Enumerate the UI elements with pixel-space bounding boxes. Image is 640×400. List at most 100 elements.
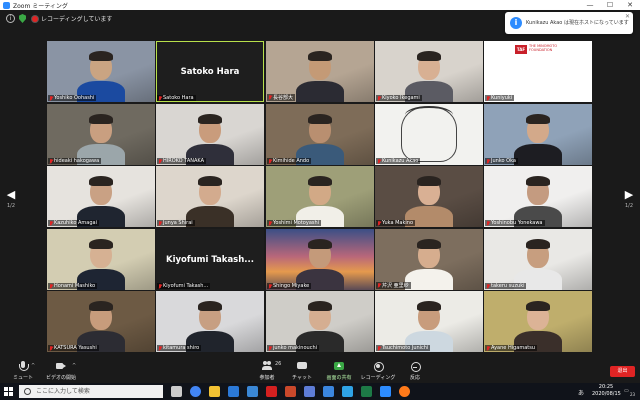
participant-tile[interactable]: 長谷部大: [266, 41, 374, 102]
participant-tile[interactable]: HIROKO TANAKA: [156, 104, 264, 165]
participant-name: takeru suzuki: [491, 283, 525, 289]
participant-tile[interactable]: Honami Mashiko: [47, 229, 155, 290]
participant-name: 長谷部大: [273, 95, 294, 101]
taskbar-clock[interactable]: 20:25 2020/08/15: [592, 384, 621, 398]
participant-name-label: Shingo Miyake: [267, 283, 312, 289]
participant-hair: [308, 114, 332, 124]
participant-tile[interactable]: Satoko Hara Satoko Hara: [156, 41, 264, 102]
powerpoint-icon[interactable]: [285, 386, 296, 397]
photos-icon[interactable]: [304, 386, 315, 397]
participant-tile[interactable]: 芹沢 亜里紗: [375, 229, 483, 290]
participant-name-label: Yoshinobu Yonekawa: [485, 220, 545, 226]
participant-tile[interactable]: Yoshinobu Yonekawa: [484, 166, 592, 227]
task-view-icon[interactable]: [171, 386, 182, 397]
taskbar-search-box[interactable]: ここに入力して検索: [19, 385, 163, 398]
notification-close-icon[interactable]: ✕: [625, 13, 630, 20]
participant-hair: [308, 51, 332, 61]
mail-icon[interactable]: [228, 386, 239, 397]
participant-video: [375, 166, 483, 227]
video-button[interactable]: ビデオの開始: [38, 361, 84, 381]
store-icon[interactable]: [247, 386, 258, 397]
participant-hair: [526, 239, 550, 249]
audio-options-caret-icon[interactable]: ^: [31, 363, 35, 369]
meeting-info-icon[interactable]: i: [6, 14, 15, 23]
participant-tile[interactable]: Kiyofumi Takash... Kiyofumi Takash...: [156, 229, 264, 290]
notification-center-icon[interactable]: ▭: [624, 388, 629, 394]
participant-name: Kuniyuki: [491, 95, 513, 101]
firefox-icon[interactable]: [399, 386, 410, 397]
participant-name-label: Junko Oka: [485, 158, 518, 164]
left-arrow-icon: ◀: [6, 188, 16, 201]
maximize-button[interactable]: ☐: [600, 1, 620, 9]
microphone-icon: [18, 361, 29, 371]
participant-tile[interactable]: Yoshiko Oohashi: [47, 41, 155, 102]
participant-tile[interactable]: junko makinouchi: [266, 291, 374, 352]
participant-tile[interactable]: KATSURA Yasushi: [47, 291, 155, 352]
record-label: レコーディング: [360, 375, 396, 381]
participant-tile[interactable]: Junko Oka: [484, 104, 592, 165]
zoom-icon[interactable]: [380, 386, 391, 397]
minimize-button[interactable]: —: [580, 1, 600, 9]
file-explorer-icon[interactable]: [209, 386, 220, 397]
participant-tile[interactable]: Kunikazu Akao: [375, 104, 483, 165]
participant-name-label: Ayane Higamatsu: [485, 345, 537, 351]
participant-tile[interactable]: Junya Shirai: [156, 166, 264, 227]
acrobat-icon[interactable]: [266, 386, 277, 397]
participant-name: Kiyofumi Takash...: [163, 283, 209, 289]
close-button[interactable]: ✕: [620, 1, 640, 9]
participant-name-label: Tsuchimoto Junichi: [376, 345, 431, 351]
participant-tile[interactable]: Kazuhiko Amagai: [47, 166, 155, 227]
participant-tile[interactable]: hideaki hakogawa: [47, 104, 155, 165]
leave-meeting-button[interactable]: 退出: [610, 366, 635, 377]
muted-mic-icon: [268, 220, 272, 226]
previous-page-button[interactable]: ◀ 1/2: [4, 188, 18, 209]
video-label: ビデオの開始: [45, 375, 76, 381]
clock-time: 20:25: [598, 384, 614, 390]
participant-hair: [417, 239, 441, 249]
video-options-caret-icon[interactable]: ^: [72, 363, 76, 369]
participant-name: Junko Oka: [491, 158, 516, 164]
participant-tile[interactable]: Yoshimi Motoyashi: [266, 166, 374, 227]
ime-indicator[interactable]: あ: [578, 388, 584, 397]
muted-mic-icon: [49, 158, 53, 164]
onedrive-icon[interactable]: [323, 386, 334, 397]
participant-tile[interactable]: Tsuchimoto Junichi: [375, 291, 483, 352]
excel-icon[interactable]: [361, 386, 372, 397]
participant-video: [47, 166, 155, 227]
next-page-button[interactable]: ▶ 1/2: [622, 188, 636, 209]
reactions-button[interactable]: 反応: [392, 361, 438, 381]
participant-name-display: Kiyofumi Takash...: [166, 254, 254, 265]
participant-tile[interactable]: takeru suzuki: [484, 229, 592, 290]
chrome-icon[interactable]: [190, 386, 201, 397]
participant-name: Tsuchimoto Junichi: [382, 345, 429, 351]
participant-tile[interactable]: Ayane Higamatsu: [484, 291, 592, 352]
mute-label: ミュート: [12, 375, 33, 381]
participant-name-label: Satoko Hara: [157, 95, 196, 101]
participant-video: [266, 229, 374, 290]
participant-name: Yoshimi Motoyashi: [273, 220, 320, 226]
participant-video: [266, 291, 374, 352]
security-shield-icon[interactable]: [19, 14, 26, 23]
participant-video: [484, 166, 592, 227]
foundation-logo-icon: TAF: [515, 45, 527, 54]
participant-tile[interactable]: Shingo Miyake: [266, 229, 374, 290]
participant-tile[interactable]: Kimihide Ando: [266, 104, 374, 165]
participant-name: Ayane Higamatsu: [491, 345, 535, 351]
muted-mic-icon: [158, 283, 162, 289]
share-label: 画面の共有: [326, 375, 352, 381]
participant-tile[interactable]: kitamura shiro: [156, 291, 264, 352]
participant-name-label: HIROKO TANAKA: [157, 158, 207, 164]
windows-start-icon[interactable]: [4, 387, 13, 396]
participant-tile[interactable]: TAF THE MINOMOTO FOUNDATION Kuniyuki: [484, 41, 592, 102]
participant-video: [47, 41, 155, 102]
participant-tile[interactable]: Kiyoko Ikegami: [375, 41, 483, 102]
meeting-toolbar: ミュート ^ ビデオの開始 ^ 参加者 26 チャット 画面の共有 レコーディン…: [0, 358, 640, 383]
edge-icon[interactable]: [342, 386, 353, 397]
muted-mic-icon: [49, 345, 53, 351]
muted-mic-icon: [377, 158, 381, 164]
reactions-label: 反応: [409, 375, 420, 381]
muted-mic-icon: [158, 95, 162, 101]
muted-mic-icon: [49, 283, 53, 289]
participant-hair: [198, 176, 222, 186]
participant-tile[interactable]: Yuka Makino: [375, 166, 483, 227]
